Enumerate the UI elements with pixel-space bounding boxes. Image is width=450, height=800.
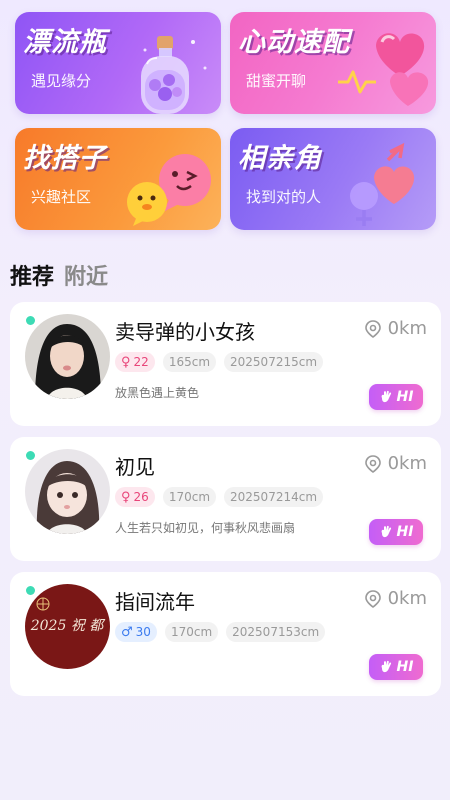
height-badge: 170cm [164, 622, 219, 642]
distance: 0km [364, 453, 427, 474]
female-icon: ♀ [121, 489, 131, 505]
id-badge: 202507153cm [226, 622, 326, 642]
location-pin-icon [364, 454, 381, 473]
speed-match-card[interactable]: 心动速配 甜蜜开聊 [230, 12, 436, 114]
online-indicator [26, 586, 35, 595]
say-hi-button[interactable]: HI [369, 384, 423, 410]
age-value: 22 [133, 355, 149, 369]
user-bio: 放黑色遇上黄色 [115, 386, 200, 400]
distance: 0km [364, 318, 427, 339]
tab-nearby[interactable]: 附近 [64, 259, 108, 291]
avatar[interactable] [25, 314, 110, 399]
age-value: 26 [133, 490, 149, 504]
user-name: 初见 [115, 455, 155, 479]
user-name: 卖导弹的小女孩 [115, 320, 255, 344]
age-badge: ♀ 22 [115, 352, 155, 372]
male-icon: ♂ [121, 624, 133, 640]
avatar-text: 2025 祝 都 [30, 618, 107, 634]
feature-grid: 漂流瓶 遇见缘分 心动速配 甜蜜开聊 找搭子 兴趣社区 相亲角 找到对的人 [0, 0, 450, 240]
user-name: 指间流年 [115, 590, 195, 614]
blind-date-subtitle: 找到对的人 [246, 188, 322, 206]
user-bio: 人生若只如初见，何事秋风悲画扇 [115, 521, 296, 535]
find-partner-subtitle: 兴趣社区 [31, 188, 92, 206]
speed-match-subtitle: 甜蜜开聊 [246, 72, 307, 90]
online-indicator [26, 451, 35, 460]
user-card[interactable]: 卖导弹的小女孩 0km ♀ 22 165cm 202507215cm 放黑色遇上… [10, 302, 441, 426]
tab-recommend[interactable]: 推荐 [10, 259, 54, 291]
height-badge: 170cm [162, 487, 217, 507]
say-hi-label: HI [396, 524, 414, 540]
distance-value: 0km [387, 453, 427, 474]
online-indicator [26, 316, 35, 325]
bottle-icon [141, 36, 207, 114]
speed-match-title: 心动速配 [238, 27, 350, 58]
drift-bottle-card[interactable]: 漂流瓶 遇见缘分 [15, 12, 221, 114]
hearts-icon [338, 33, 429, 106]
avatar[interactable]: 2025 祝 都 [25, 584, 110, 669]
say-hi-button[interactable]: HI [369, 519, 423, 545]
height-badge: 165cm [162, 352, 217, 372]
blind-date-card[interactable]: 相亲角 找到对的人 [230, 128, 436, 230]
say-hi-label: HI [396, 659, 414, 675]
id-badge: 202507215cm [224, 352, 324, 372]
distance: 0km [364, 588, 427, 609]
id-badge: 202507214cm [224, 487, 324, 507]
location-pin-icon [364, 319, 381, 338]
avatar[interactable] [25, 449, 110, 534]
blind-date-title: 相亲角 [238, 143, 322, 174]
find-partner-card[interactable]: 找搭子 兴趣社区 [15, 128, 221, 230]
drift-bottle-title: 漂流瓶 [23, 27, 107, 58]
user-tags: ♂ 30 170cm 202507153cm [115, 622, 326, 642]
say-hi-button[interactable]: HI [369, 654, 423, 680]
age-badge: ♂ 30 [115, 622, 157, 642]
chat-bubbles-icon [127, 154, 211, 226]
age-badge: ♀ 26 [115, 487, 155, 507]
feed-tabs: 推荐 附近 [10, 258, 118, 292]
find-partner-title: 找搭子 [23, 143, 107, 174]
user-card[interactable]: 初见 0km ♀ 26 170cm 202507214cm 人生若只如初见，何事… [10, 437, 441, 561]
user-tags: ♀ 22 165cm 202507215cm [115, 352, 324, 372]
user-tags: ♀ 26 170cm 202507214cm [115, 487, 324, 507]
female-icon: ♀ [121, 354, 131, 370]
distance-value: 0km [387, 318, 427, 339]
user-card[interactable]: 2025 祝 都 指间流年 0km ♂ 30 170cm 202507153cm… [10, 572, 441, 696]
distance-value: 0km [387, 588, 427, 609]
say-hi-label: HI [396, 389, 414, 405]
wave-hand-icon [381, 390, 391, 403]
drift-bottle-subtitle: 遇见缘分 [31, 72, 92, 90]
gender-hearts-icon [350, 142, 415, 226]
wave-hand-icon [381, 525, 391, 538]
age-value: 30 [135, 625, 151, 639]
wave-hand-icon [381, 660, 391, 673]
location-pin-icon [364, 589, 381, 608]
